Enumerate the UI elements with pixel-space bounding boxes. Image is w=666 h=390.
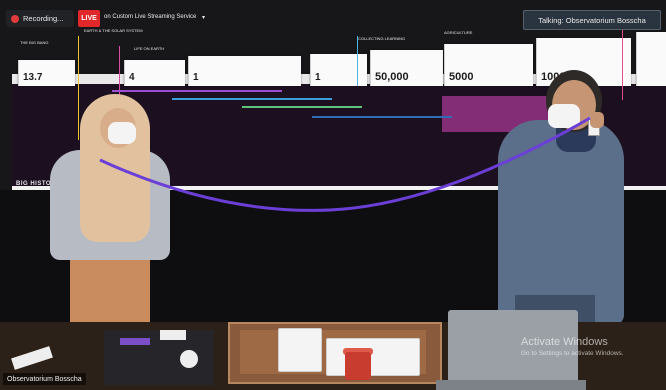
record-dot-icon xyxy=(11,14,19,23)
red-jar xyxy=(345,352,371,380)
live-service-label[interactable]: on Custom Live Streaming Service xyxy=(104,14,196,20)
recording-label: Recording... xyxy=(23,14,64,23)
live-badge[interactable]: LIVE xyxy=(78,10,100,27)
table-prop xyxy=(180,350,198,368)
white-container xyxy=(278,328,322,372)
table-prop xyxy=(160,330,186,340)
table-prop xyxy=(120,338,150,345)
recording-indicator[interactable]: Recording... xyxy=(6,10,74,27)
activate-windows-subtitle: Go to Settings to activate Windows. xyxy=(521,350,624,357)
talking-indicator: Talking: Observatorium Bosscha xyxy=(523,10,661,30)
dropdown-caret-icon[interactable]: ▾ xyxy=(202,14,205,21)
activate-windows-title: Activate Windows xyxy=(521,336,608,348)
white-tray xyxy=(326,338,420,376)
video-frame: 13.7 4 1 1 50,000 5000 1000 THE BIG BANG… xyxy=(0,0,666,390)
laptop-base xyxy=(436,380,586,390)
activate-windows-watermark: Activate Windows Go to Settings to activ… xyxy=(521,336,624,357)
participant-name-tag: Observatorium Bosscha xyxy=(3,373,86,385)
